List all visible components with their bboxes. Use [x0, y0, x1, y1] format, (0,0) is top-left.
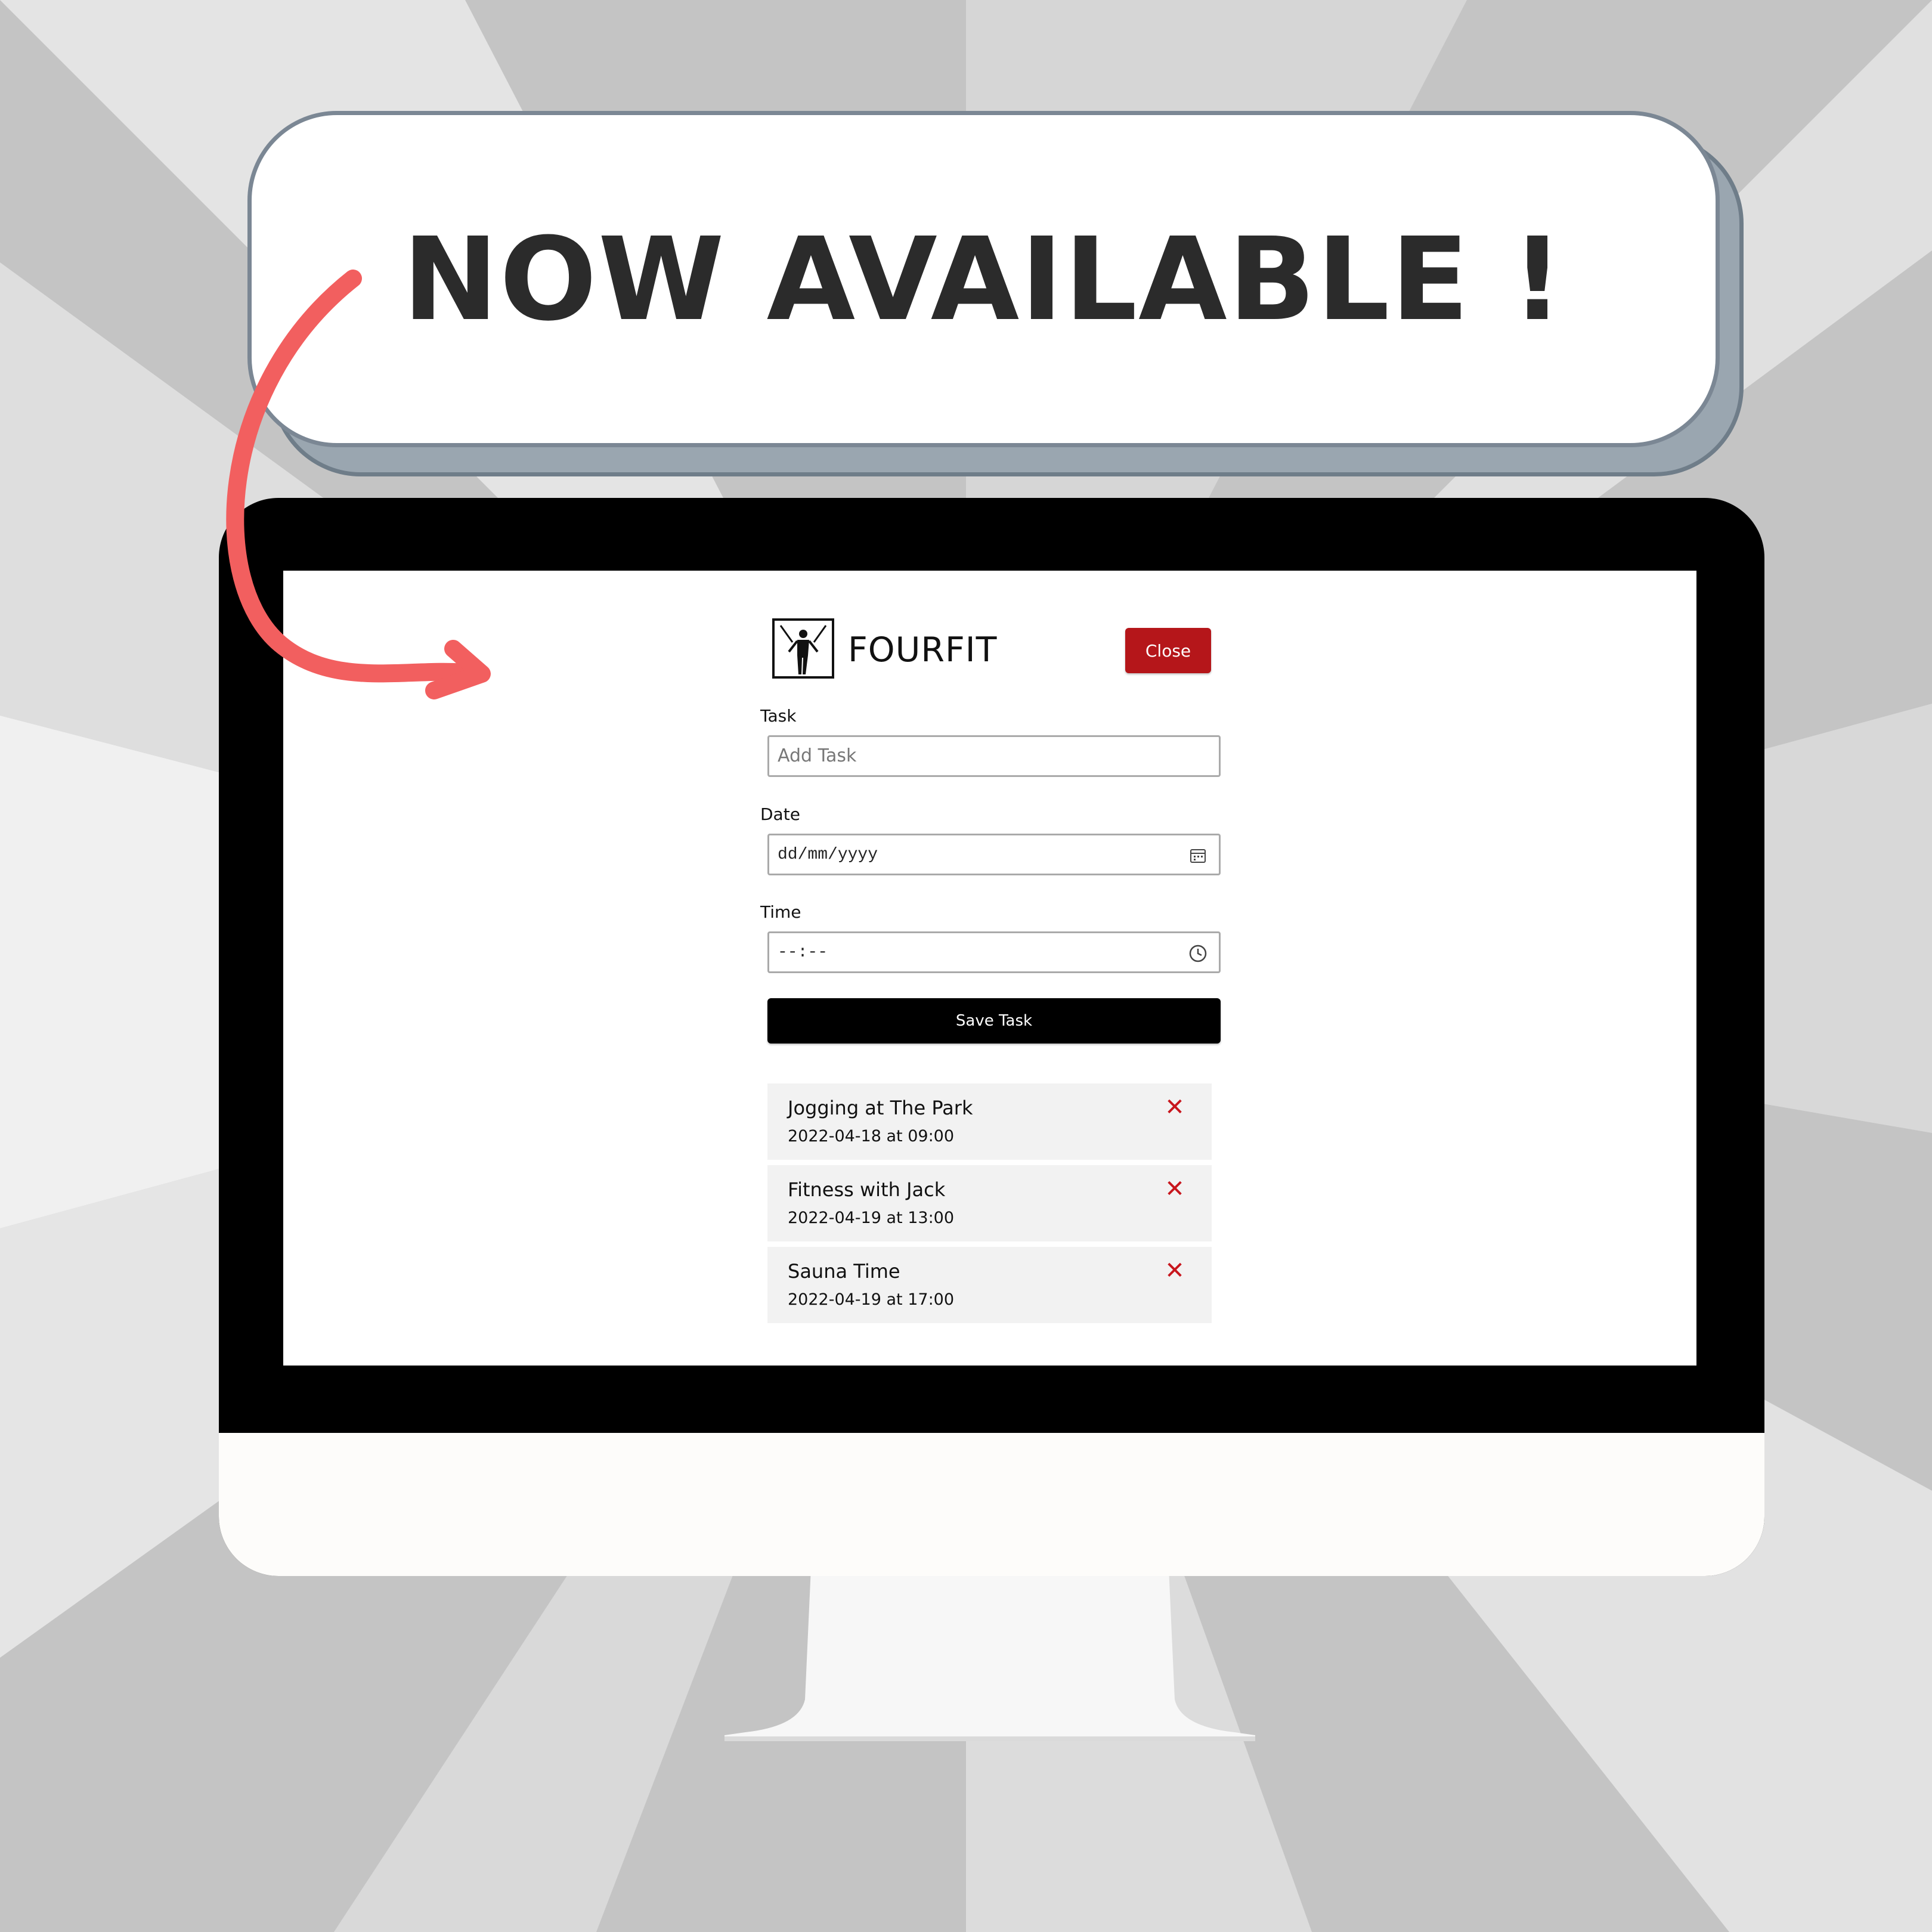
date-input-value: dd/mm/yyyy [778, 846, 878, 864]
calendar-icon[interactable] [1188, 846, 1208, 866]
monitor-chin [219, 1433, 1764, 1576]
clock-icon[interactable] [1188, 943, 1208, 964]
task-input[interactable]: Add Task [767, 735, 1221, 777]
close-icon[interactable]: ✕ [1165, 1259, 1185, 1283]
close-icon[interactable]: ✕ [1165, 1177, 1185, 1201]
announcement-banner: NOW AVAILABLE ! [247, 111, 1720, 447]
task-title: Fitness with Jack [788, 1178, 946, 1201]
task-title: Jogging at The Park [788, 1097, 973, 1119]
task-datetime: 2022-04-19 at 13:00 [788, 1209, 955, 1227]
task-title: Sauna Time [788, 1260, 900, 1283]
task-datetime: 2022-04-18 at 09:00 [788, 1127, 955, 1145]
date-input[interactable]: dd/mm/yyyy [767, 834, 1221, 875]
fitness-figure-icon [772, 618, 834, 679]
time-label: Time [760, 902, 801, 922]
task-item: Fitness with Jack 2022-04-19 at 13:00 ✕ [767, 1165, 1212, 1241]
time-input-value: --:-- [778, 943, 828, 962]
banner-headline: NOW AVAILABLE ! [402, 213, 1565, 346]
save-task-button[interactable]: Save Task [767, 998, 1221, 1044]
app-screen: FOURFIT Close Task Add Task Date dd/mm/y… [283, 571, 1696, 1366]
time-input[interactable]: --:-- [767, 931, 1221, 973]
task-label: Task [760, 706, 797, 726]
task-input-placeholder: Add Task [778, 745, 857, 766]
monitor-stand [724, 1568, 1255, 1741]
close-button[interactable]: Close [1125, 628, 1211, 673]
close-icon[interactable]: ✕ [1165, 1095, 1185, 1119]
app-title: FOURFIT [848, 630, 998, 670]
date-label: Date [760, 804, 800, 824]
task-item: Sauna Time 2022-04-19 at 17:00 ✕ [767, 1247, 1212, 1323]
task-item: Jogging at The Park 2022-04-18 at 09:00 … [767, 1083, 1212, 1160]
task-datetime: 2022-04-19 at 17:00 [788, 1290, 955, 1309]
